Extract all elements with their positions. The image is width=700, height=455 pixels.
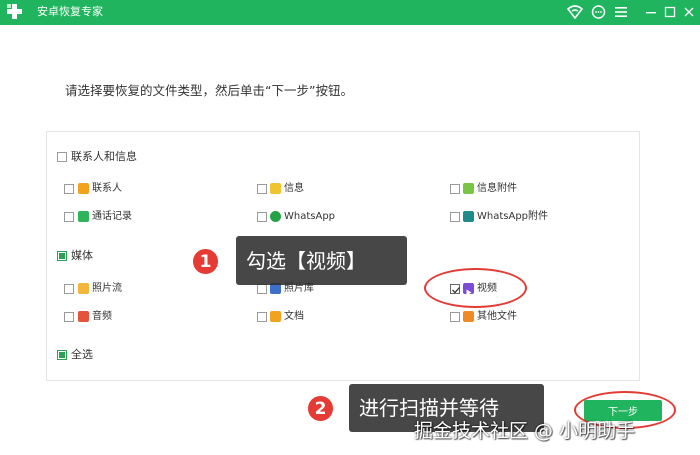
checkbox-select-all[interactable] [57,350,67,360]
item-label-other-files: 其他文件 [477,311,517,322]
video-highlight-ring [424,268,527,308]
message-icon [270,183,281,194]
item-label-audio: 音频 [92,311,112,322]
audio-icon [78,311,89,322]
select-all-label: 全选 [71,348,93,361]
document-icon [270,311,281,322]
item-label-documents: 文档 [284,311,304,322]
close-icon[interactable] [680,3,698,21]
checkbox-documents[interactable] [257,312,267,322]
step1-badge: 1 [191,247,220,276]
app-logo-icon [7,4,22,19]
item-label-contacts: 联系人 [92,183,122,194]
contacts-icon [78,183,89,194]
minimize-icon[interactable] [642,3,660,21]
group-label-media: 媒体 [71,249,93,262]
maximize-icon[interactable] [661,3,679,21]
checkbox-photo-stream[interactable] [64,284,74,294]
checkbox-contacts[interactable] [64,184,74,194]
checkbox-call-log[interactable] [64,212,74,222]
item-label-photo-stream: 照片流 [92,283,122,294]
checkbox-message-attachments[interactable] [450,184,460,194]
item-label-call-log: 通话记录 [92,211,132,222]
checkbox-other-files[interactable] [450,312,460,322]
item-label-whatsapp-attachments: WhatsApp附件 [477,211,549,222]
watermark: 掘金技术社区 @ 小明助手 [414,420,636,442]
checkbox-contacts-group[interactable] [57,152,67,162]
item-label-whatsapp: WhatsApp [284,211,336,222]
menu-icon[interactable] [612,3,630,21]
checkbox-audio[interactable] [64,312,74,322]
app-title: 安卓恢复专家 [37,5,103,18]
checkbox-media-group[interactable] [57,251,67,261]
step1-number: 1 [199,251,212,272]
item-label-message-attachments: 信息附件 [477,183,517,194]
step1-callout: 勾选【视频】 [236,236,407,285]
item-label-messages: 信息 [284,183,304,194]
whatsapp-icon [270,211,281,222]
chat-icon[interactable] [589,3,607,21]
title-bar: 安卓恢复专家 [0,0,700,25]
checkbox-photo-library[interactable] [257,284,267,294]
instruction-text: 请选择要恢复的文件类型，然后单击“下一步”按钮。 [65,83,353,98]
checkbox-messages[interactable] [257,184,267,194]
checkbox-whatsapp[interactable] [257,212,267,222]
whatsapp-attachment-icon [463,211,474,222]
other-files-icon [463,311,474,322]
step1-text: 勾选【视频】 [246,248,366,273]
step2-number: 2 [314,398,327,419]
phone-icon [78,211,89,222]
group-label-contacts: 联系人和信息 [71,150,137,163]
wifi-icon[interactable] [566,3,584,21]
step2-badge: 2 [306,394,335,423]
attachment-icon [463,183,474,194]
checkbox-whatsapp-attachments[interactable] [450,212,460,222]
photo-stream-icon [78,283,89,294]
